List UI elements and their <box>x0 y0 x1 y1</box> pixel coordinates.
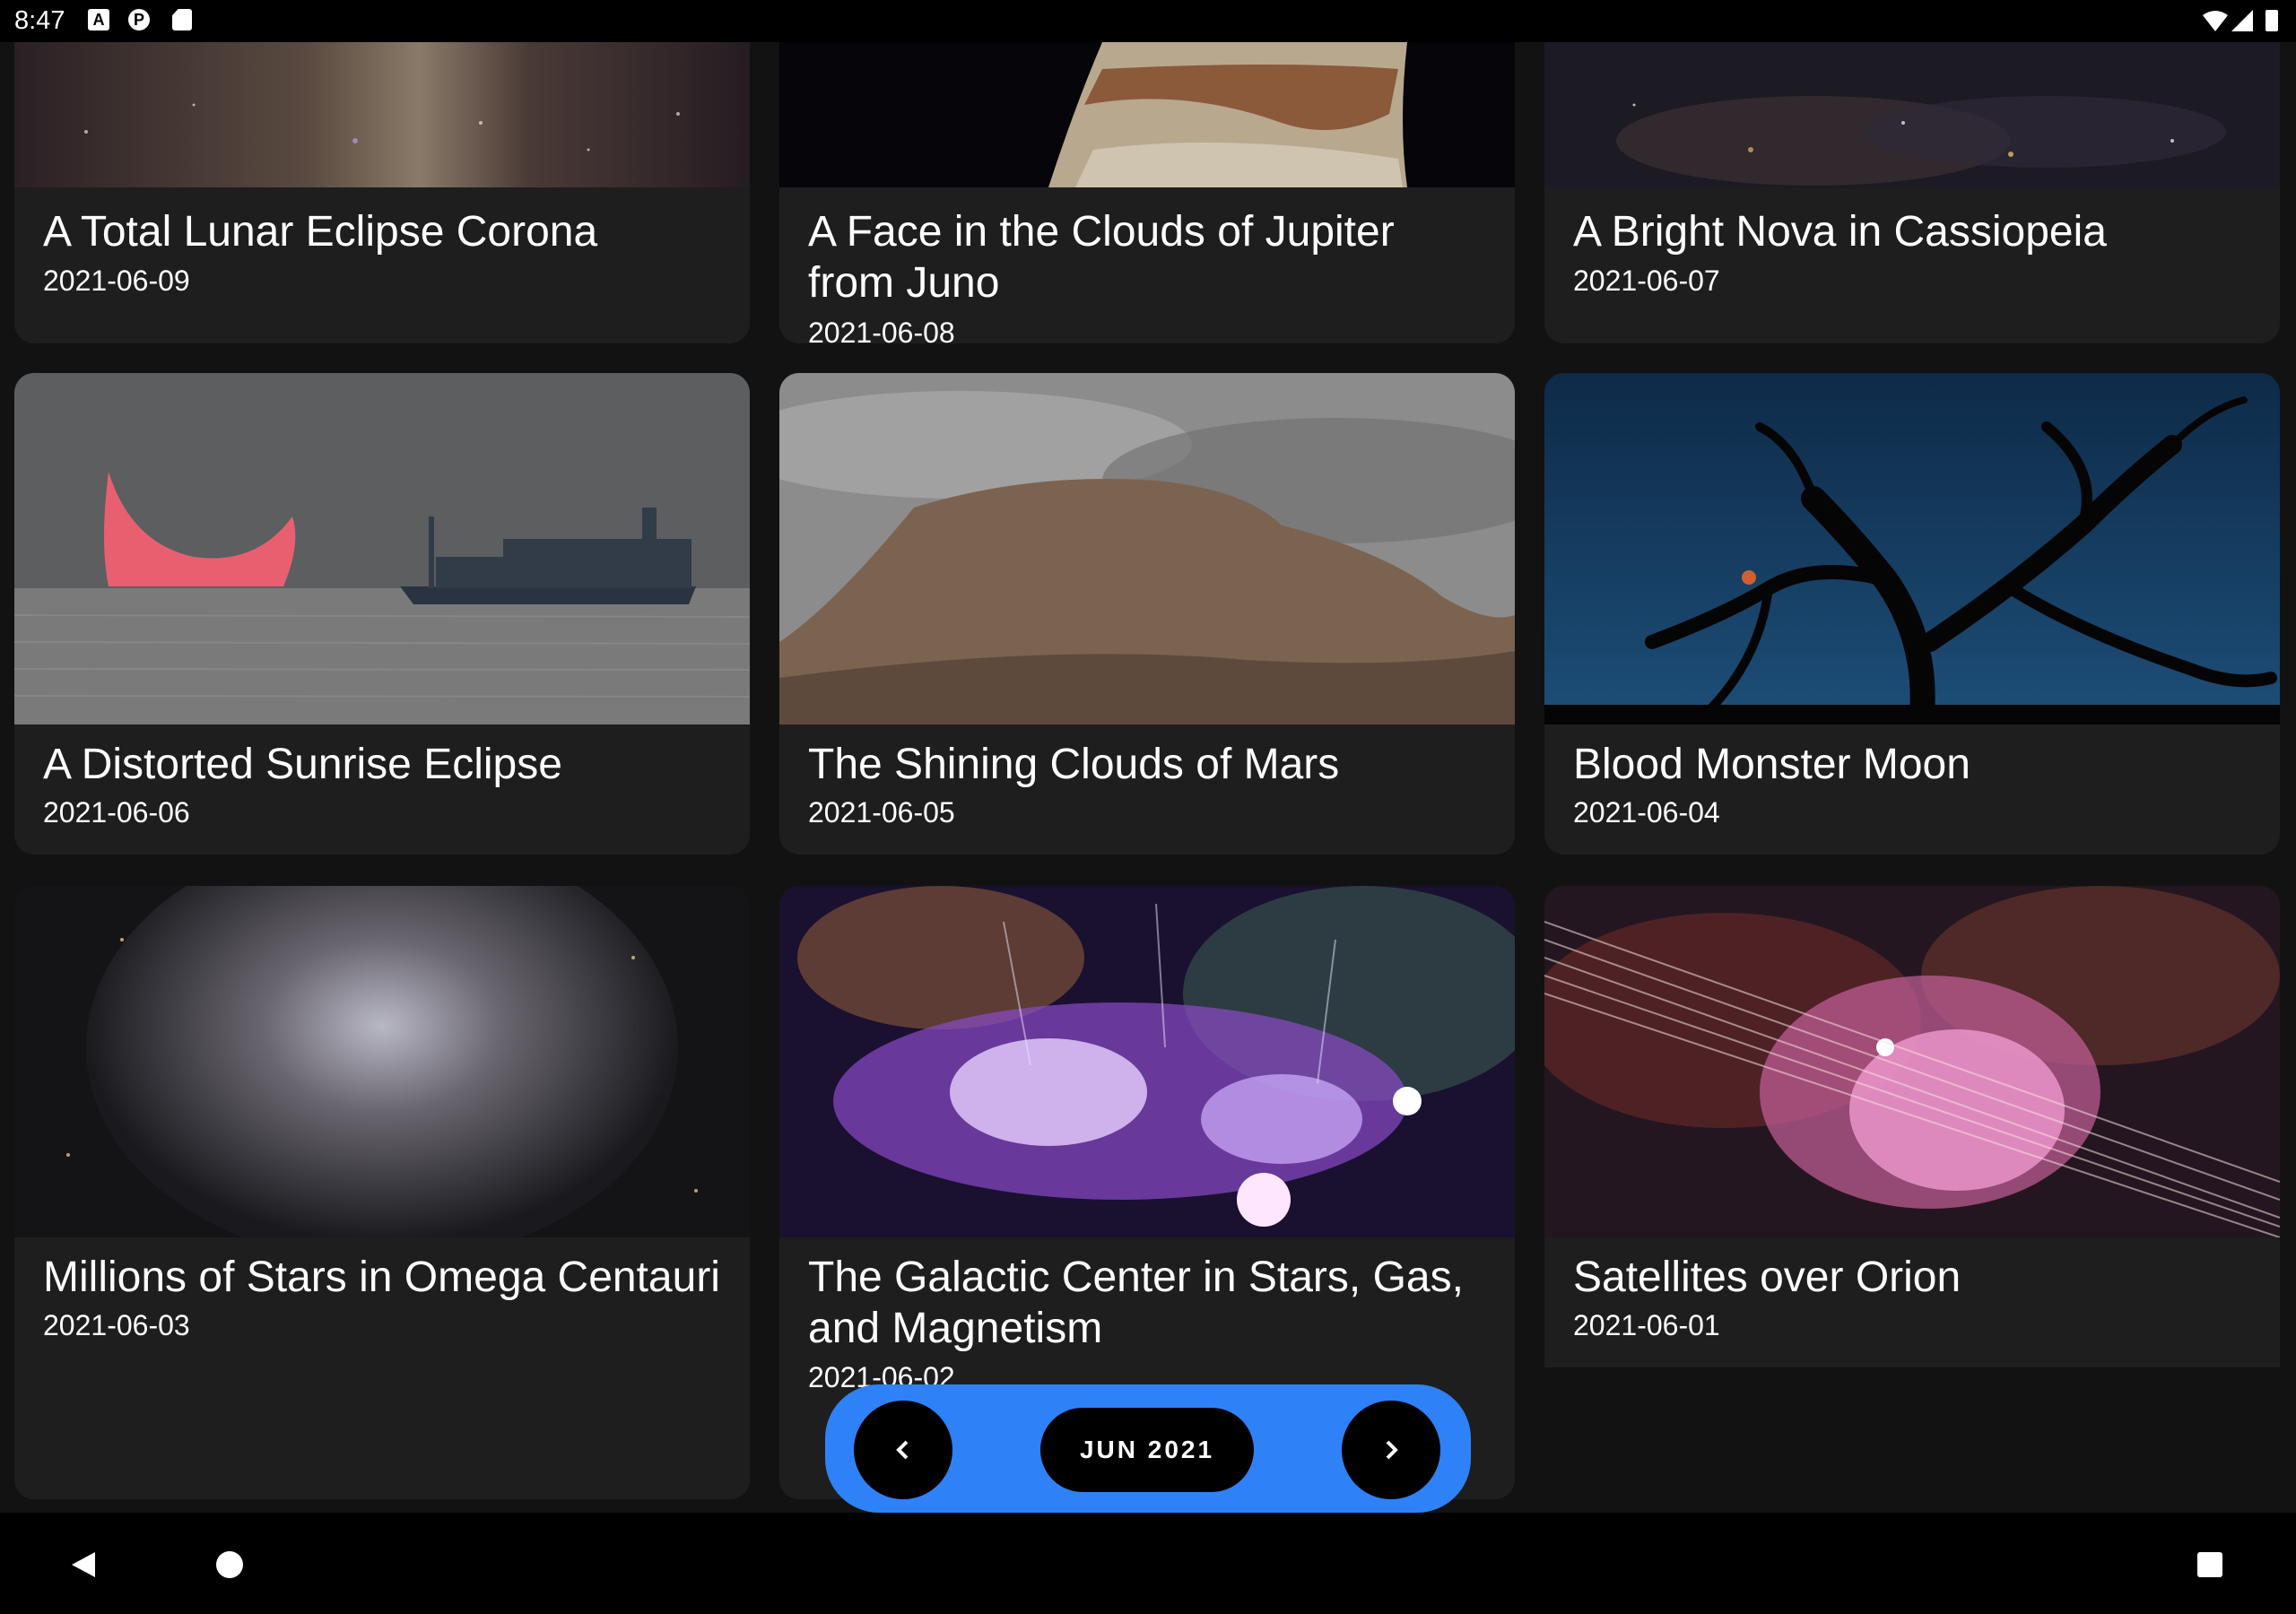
chevron-left-icon <box>896 1440 909 1460</box>
card-date: 2021-06-04 <box>1573 796 1720 829</box>
card-title: Millions of Stars in Omega Centauri <box>43 1254 720 1301</box>
back-icon[interactable] <box>70 1550 97 1579</box>
card-image <box>1544 373 2280 725</box>
apod-grid: A Total Lunar Eclipse Corona 2021-06-09 … <box>0 42 2296 1513</box>
apod-card[interactable]: A Bright Nova in Cassiopeia 2021-06-07 <box>1544 42 2280 343</box>
card-date: 2021-06-01 <box>1573 1309 1720 1341</box>
card-date: 2021-06-03 <box>43 1309 190 1341</box>
card-title: A Total Lunar Eclipse Corona <box>43 208 598 256</box>
card-date: 2021-06-08 <box>808 317 955 343</box>
previous-month-button[interactable] <box>854 1401 952 1499</box>
card-image <box>14 42 750 187</box>
navigation-bar <box>0 1513 2296 1614</box>
apod-card[interactable]: The Shining Clouds of Mars 2021-06-05 <box>779 373 1515 855</box>
apod-card[interactable]: Millions of Stars in Omega Centauri 2021… <box>14 886 750 1499</box>
card-date: 2021-06-05 <box>808 796 955 829</box>
card-image <box>779 373 1515 725</box>
card-image <box>1544 42 2280 187</box>
apod-card[interactable]: A Face in the Clouds of Jupiter from Jun… <box>779 42 1515 343</box>
card-date: 2021-06-07 <box>1573 265 1720 297</box>
recents-icon[interactable] <box>2196 1551 2223 1578</box>
card-date: 2021-06-06 <box>43 796 190 829</box>
status-bar: 8:47 A P <box>0 0 2296 42</box>
card-title: Blood Monster Moon <box>1573 741 1970 788</box>
home-icon[interactable] <box>215 1550 244 1579</box>
month-label-button[interactable]: JUN 2021 <box>1040 1408 1254 1492</box>
card-title: Satellites over Orion <box>1573 1254 1961 1301</box>
status-time: 8:47 <box>14 6 65 35</box>
next-month-button[interactable] <box>1342 1401 1440 1499</box>
card-image <box>14 886 750 1237</box>
a-notification-icon: A <box>88 9 109 30</box>
card-title: The Galactic Center in Stars, Gas, and M… <box>808 1254 1464 1352</box>
apod-card[interactable]: Blood Monster Moon 2021-06-04 <box>1544 373 2280 855</box>
battery-icon <box>2266 10 2278 31</box>
apod-card[interactable]: A Distorted Sunrise Eclipse 2021-06-06 <box>14 373 750 855</box>
month-pager: JUN 2021 <box>825 1384 1471 1513</box>
card-title: A Distorted Sunrise Eclipse <box>43 741 562 788</box>
chevron-right-icon <box>1386 1440 1398 1460</box>
signal-icon <box>2231 10 2253 31</box>
card-title: A Bright Nova in Cassiopeia <box>1573 208 2107 256</box>
apod-card[interactable]: A Total Lunar Eclipse Corona 2021-06-09 <box>14 42 750 343</box>
apod-card[interactable]: Satellites over Orion 2021-06-01 <box>1544 886 2280 1367</box>
card-image <box>14 373 750 725</box>
card-date: 2021-06-09 <box>43 265 190 297</box>
card-title: A Face in the Clouds of Jupiter from Jun… <box>808 208 1395 307</box>
card-image <box>779 886 1515 1237</box>
signal-status-icons <box>2203 10 2278 31</box>
app-icon: P <box>128 9 150 30</box>
sd-card-icon <box>172 9 192 30</box>
wifi-icon <box>2203 11 2228 31</box>
card-title: The Shining Clouds of Mars <box>808 741 1340 788</box>
card-image <box>1544 886 2280 1237</box>
card-image <box>779 42 1515 187</box>
